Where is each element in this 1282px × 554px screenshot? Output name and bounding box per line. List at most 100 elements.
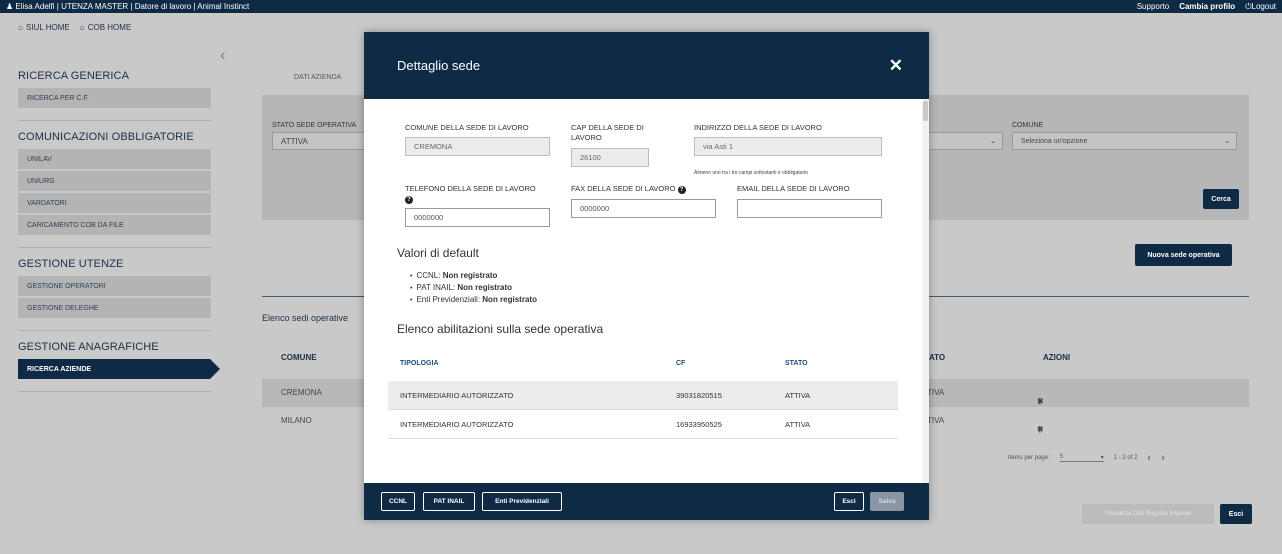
fax-field[interactable]: 0000000 — [571, 199, 716, 218]
caret-down-icon: ▾ — [1100, 455, 1104, 461]
required-note: Almeno uno tra i tre campi sottostanti è… — [694, 170, 808, 176]
col-comune-header: COMUNE — [281, 353, 317, 362]
tab-dati-azienda[interactable]: DATI AZIENDA — [294, 74, 341, 81]
default-value: Non registrato — [442, 271, 498, 280]
home-nav: ⌂ SIUL HOME ⌂ COB HOME — [18, 23, 131, 32]
logout-label: Logout — [1251, 1, 1276, 11]
row-tipologia: INTERMEDIARIO AUTORIZZATO — [400, 391, 514, 400]
nuova-sede-button[interactable]: Nuova sede operativa — [1135, 244, 1232, 266]
enti-previdenziali-button[interactable]: Enti Previdenziali — [482, 492, 562, 511]
cob-home-label: COB HOME — [87, 23, 132, 32]
abilitazioni-table: TIPOLOGIA CF STATO INTERMEDIARIO AUTORIZ… — [388, 349, 898, 439]
salva-button[interactable]: Salva — [870, 492, 904, 511]
telefono-label-text: TELEFONO DELLA SEDE DI LAVORO — [405, 184, 536, 193]
sidebar-section-title: GESTIONE ANAGRAFICHE — [18, 341, 159, 353]
elenco-sedi-title: Elenco sedi operative — [262, 313, 349, 323]
sidebar-item-gestione-operatori[interactable]: GESTIONE OPERATORI — [18, 276, 211, 296]
close-icon[interactable]: ✖ — [1037, 425, 1044, 434]
items-per-page-label: Items per page: — [1008, 455, 1050, 461]
prev-page-icon[interactable]: ‹ — [1147, 452, 1151, 464]
scrollbar-thumb[interactable] — [923, 101, 928, 121]
sidebar-section-title: COMUNICAZIONI OBBLIGATORIE — [18, 131, 194, 143]
sidebar-section-title: GESTIONE UTENZE — [18, 258, 124, 270]
cap-label-line-1: CAP DELLA SEDE DI — [571, 123, 644, 132]
abilitazioni-title: Elenco abilitazioni sulla sede operativa — [397, 322, 604, 336]
pat-inail-button[interactable]: PAT INAIL — [423, 492, 475, 511]
chevron-down-icon: ⌄ — [1224, 138, 1230, 145]
visualizza-registro-button[interactable]: Visualizza Dati Registro Imprese — [1082, 504, 1214, 524]
esci-button[interactable]: Esci — [834, 492, 864, 511]
sidebar-item-uniurg[interactable]: UNIURG — [18, 171, 211, 191]
sidebar-section-title: RICERCA GENERICA — [18, 70, 130, 82]
telefono-label: TELEFONO DELLA SEDE DI LAVORO ? — [405, 184, 536, 204]
logout-link[interactable]: ⏻Logout — [1245, 2, 1276, 12]
fax-label: FAX DELLA SEDE DI LAVORO ? — [571, 184, 686, 194]
user-info: ♟ Elisa Adelfi | UTENZA MASTER | Datore … — [6, 2, 249, 11]
email-field[interactable] — [737, 199, 882, 218]
change-profile-link[interactable]: Cambia profilo — [1179, 2, 1235, 11]
user-icon: ♟ — [6, 2, 14, 11]
sidebar-item-gestione-deleghe[interactable]: GESTIONE DELEGHE — [18, 298, 211, 318]
next-page-icon[interactable]: › — [1161, 452, 1165, 464]
row-comune: MILANO — [281, 416, 312, 425]
col-azioni-header: AZIONI — [1043, 353, 1071, 362]
cap-sede-field[interactable]: 26100 — [571, 148, 649, 167]
comune-select[interactable]: Seleziona un'opzione ⌄ — [1012, 132, 1237, 150]
top-bar: ♟ Elisa Adelfi | UTENZA MASTER | Datore … — [0, 0, 1282, 13]
row-stato: TIVA — [927, 388, 945, 397]
page-range: 1 - 2 of 2 — [1113, 455, 1138, 461]
esci-button[interactable]: Esci — [1220, 504, 1252, 524]
stato-select[interactable]: ATTIVA — [272, 132, 367, 150]
divider — [18, 247, 211, 248]
close-icon[interactable]: ✕ — [889, 56, 903, 76]
row-stato: TIVA — [927, 416, 945, 425]
default-name: Enti Previdenziali: — [416, 295, 481, 304]
defaults-list: CCNL: Non registrato PAT INAIL: Non regi… — [410, 270, 537, 306]
row-cf: 39031820515 — [676, 391, 722, 400]
provincia-select[interactable]: ⌄ — [925, 132, 1003, 150]
default-name: CCNL: — [416, 271, 441, 280]
collapse-sidebar-icon[interactable]: ‹ — [220, 47, 225, 65]
sidebar: RICERCA GENERICA RICERCA PER C.F. COMUNI… — [18, 60, 220, 396]
defaults-title: Valori di default — [397, 246, 479, 260]
default-value: Non registrato — [482, 295, 537, 304]
default-pat-inail: PAT INAIL: Non registrato — [410, 282, 537, 294]
home-icon: ⌂ — [18, 23, 23, 32]
close-icon[interactable]: ✖ — [1037, 397, 1044, 406]
items-per-page-value: 5 — [1059, 454, 1064, 460]
indirizzo-sede-field[interactable]: via Asti 1 — [694, 137, 882, 156]
sidebar-item-caricamento[interactable]: CARICAMENTO COB DA FILE — [18, 215, 211, 235]
ccnl-button[interactable]: CCNL — [381, 492, 415, 511]
help-icon[interactable]: ? — [677, 186, 686, 194]
row-comune: CREMONA — [281, 388, 322, 397]
cob-home-link[interactable]: ⌂ COB HOME — [80, 23, 132, 32]
default-name: PAT INAIL: — [416, 283, 456, 292]
paginator: Items per page: 5 ▾ 1 - 2 of 2 ‹ › — [1008, 452, 1165, 464]
sidebar-item-vardatori[interactable]: VARDATORI — [18, 193, 211, 213]
sidebar-item-ricerca-aziende[interactable]: RICERCA AZIENDE — [18, 359, 220, 379]
comune-sede-label: COMUNE DELLA SEDE DI LAVORO — [405, 123, 529, 132]
row-stato: ATTIVA — [785, 391, 811, 400]
cap-label-line-2: LAVORO — [571, 133, 602, 142]
comune-sede-field[interactable]: CREMONA — [405, 137, 550, 156]
sidebar-item-ricerca-cf[interactable]: RICERCA PER C.F. — [18, 88, 211, 108]
sidebar-item-unilav[interactable]: UNILAV — [18, 149, 211, 169]
chevron-down-icon: ⌄ — [990, 138, 996, 145]
comune-label: COMUNE — [1012, 122, 1044, 129]
divider — [18, 330, 211, 331]
divider — [18, 120, 211, 121]
user-info-text: Elisa Adelfi | UTENZA MASTER | Datore di… — [15, 2, 250, 11]
col-stato-header: STATO — [785, 360, 808, 367]
modal-footer: CCNL PAT INAIL Enti Previdenziali Esci S… — [364, 483, 929, 520]
cerca-button[interactable]: Cerca — [1203, 189, 1239, 209]
support-link[interactable]: Supporto — [1137, 2, 1169, 11]
modal-scrollbar[interactable] — [922, 99, 929, 483]
items-per-page-select[interactable]: 5 ▾ — [1059, 454, 1104, 462]
row-cf: 16933950525 — [676, 420, 722, 429]
help-icon[interactable]: ? — [405, 196, 413, 204]
default-ccnl: CCNL: Non registrato — [410, 270, 537, 282]
home-icon: ⌂ — [79, 23, 85, 32]
siul-home-link[interactable]: ⌂ SIUL HOME — [18, 23, 70, 32]
telefono-field[interactable]: 0000000 — [405, 208, 550, 227]
row-tipologia: INTERMEDIARIO AUTORIZZATO — [400, 420, 514, 429]
